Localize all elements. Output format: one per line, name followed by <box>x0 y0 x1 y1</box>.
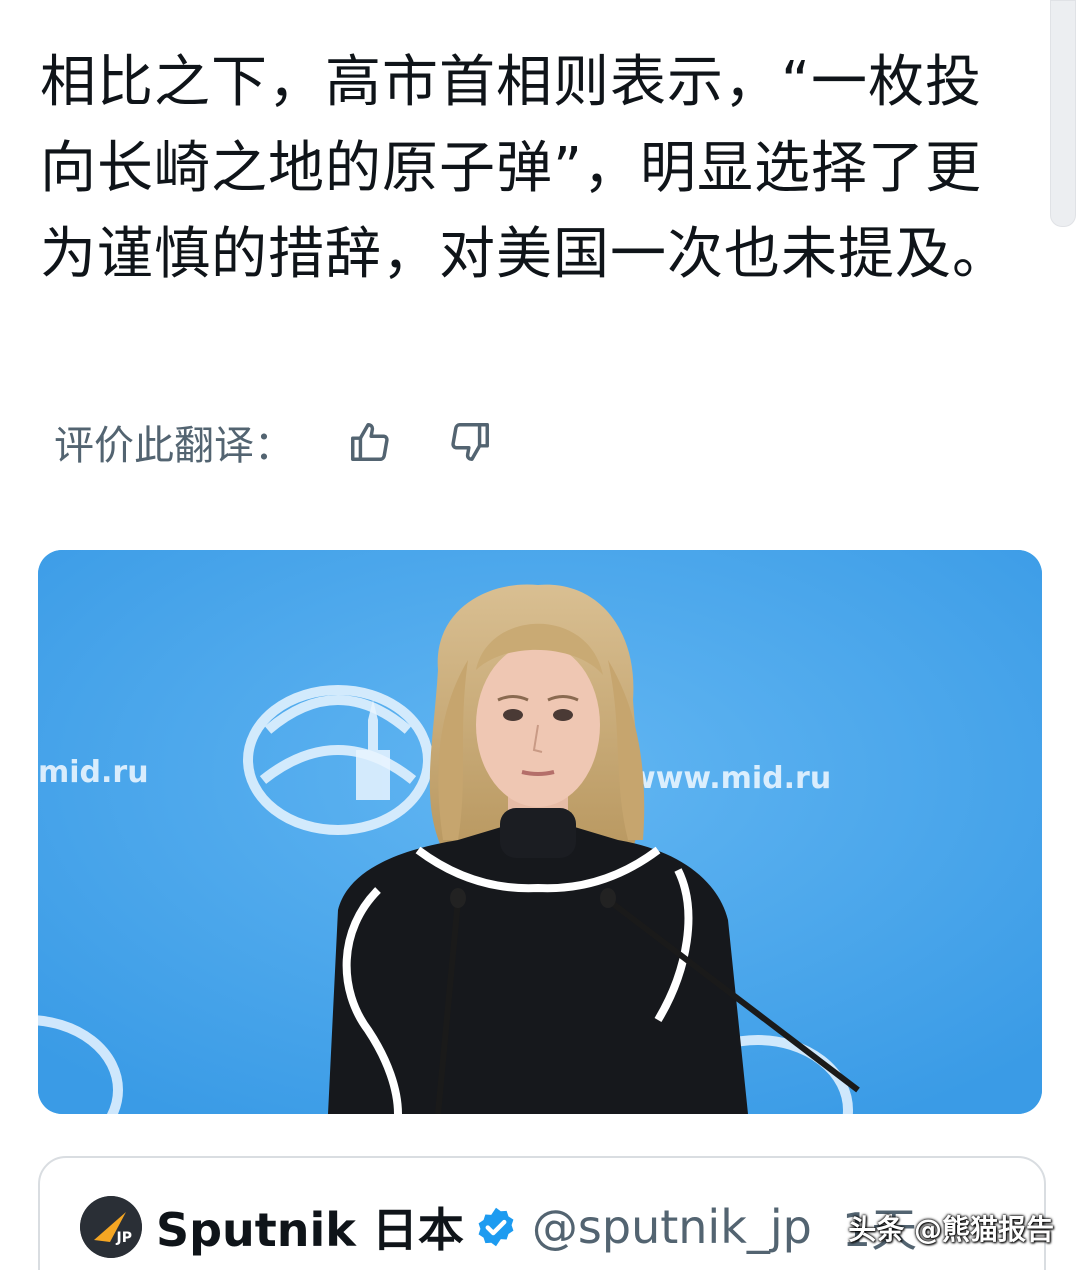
avatar[interactable]: JP <box>80 1196 142 1258</box>
tweet-page: 相比之下，高市首相则表示，“一枚投向长崎之地的原子弹”，明显选择了更为谨慎的措辞… <box>0 0 1078 1270</box>
verified-badge-icon <box>478 1207 514 1247</box>
scrollbar[interactable] <box>1050 0 1076 227</box>
quoted-handle[interactable]: @sputnik_jp <box>532 1200 812 1254</box>
backdrop-text-right: www.mid.ru <box>628 761 831 796</box>
avatar-jp-label: JP <box>116 1230 132 1246</box>
thumbs-down-icon[interactable] <box>442 414 498 470</box>
press-briefing-photo: mid.ru www.mid.ru <box>38 550 1042 1114</box>
tweet-media-photo[interactable]: mid.ru www.mid.ru <box>38 550 1042 1114</box>
rate-translation-row: 评价此翻译： <box>54 410 542 474</box>
sputnik-logo-icon <box>80 1196 142 1258</box>
tweet-translated-text: 相比之下，高市首相则表示，“一枚投向长崎之地的原子弹”，明显选择了更为谨慎的措辞… <box>40 50 1009 287</box>
backdrop-text-left: mid.ru <box>38 755 149 790</box>
quoted-display-name[interactable]: Sputnik 日本 <box>156 1194 464 1260</box>
watermark: 头条 @熊猫报告 <box>848 1213 1054 1246</box>
quoted-tweet-header: JP Sputnik 日本 @sputnik_jp 1天 <box>80 1194 917 1260</box>
thumbs-up-icon[interactable] <box>342 414 398 470</box>
rate-translation-label: 评价此翻译： <box>54 423 294 469</box>
